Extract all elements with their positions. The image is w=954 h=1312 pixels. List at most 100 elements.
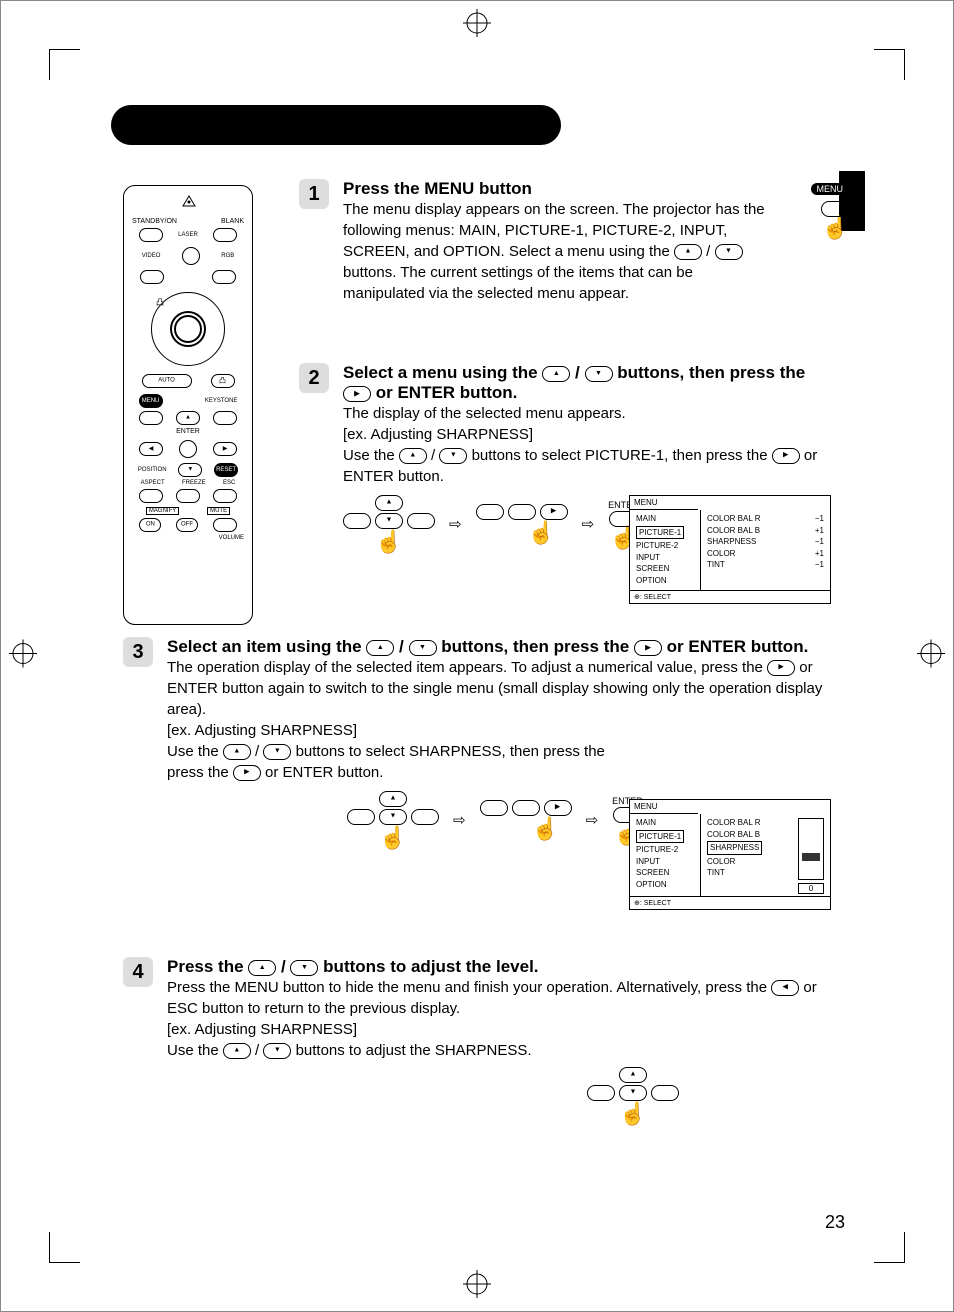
- osd-item: TINT: [707, 867, 773, 879]
- magnify-on-button: ON: [139, 518, 161, 532]
- remote-label: STANDBY/ON: [132, 218, 177, 225]
- press-illustration: ☝: [343, 495, 435, 553]
- crop-mark: [49, 1232, 80, 1263]
- blank-button: [213, 228, 237, 242]
- text: Select a menu using the: [343, 363, 542, 382]
- button-icon: [411, 809, 439, 825]
- text: Use the: [167, 1042, 223, 1059]
- hand-icon: ☝: [532, 818, 559, 840]
- remote-disc-pad: 凸: [151, 292, 225, 366]
- enter-button: [179, 440, 197, 458]
- mute-button: [213, 518, 237, 532]
- down-button-icon: [439, 448, 467, 464]
- button-icon: [347, 809, 375, 825]
- step-number: 4: [123, 957, 153, 987]
- example-label: [ex. Adjusting SHARPNESS]: [343, 424, 829, 445]
- text: : SELECT: [640, 594, 671, 601]
- osd-left-col: MAIN PICTURE-1 PICTURE-2 INPUT SCREEN OP…: [630, 814, 701, 896]
- registration-mark: [9, 640, 37, 673]
- freeze-button: [176, 489, 200, 503]
- page-number: 23: [825, 1212, 845, 1233]
- button-icon: [343, 513, 371, 529]
- down-button-icon: [619, 1085, 647, 1101]
- left-button-icon: [771, 980, 799, 996]
- arrow-icon: ⇨: [453, 810, 466, 831]
- text: : SELECT: [640, 900, 671, 907]
- text: or ENTER button.: [376, 383, 518, 402]
- remote-label: OFF: [181, 522, 193, 528]
- text: buttons. The current settings of the ite…: [343, 264, 693, 302]
- osd-item: INPUT: [636, 856, 694, 868]
- remote-label: ON: [146, 522, 155, 528]
- step-title: Press the MENU button: [343, 179, 532, 198]
- right-button-icon: [540, 504, 568, 520]
- rgb-button: [212, 270, 236, 284]
- keystone-button: [213, 411, 237, 425]
- menu-button: MENU: [139, 394, 163, 408]
- arrow-icon: ⇨: [582, 514, 595, 535]
- osd-left-col: MAIN PICTURE-1 PICTURE-2 INPUT SCREEN OP…: [630, 510, 701, 590]
- slider-value: 0: [798, 883, 824, 894]
- button-icon: [476, 504, 504, 520]
- down-button-icon: [263, 1043, 291, 1059]
- right-button-icon: [233, 765, 261, 781]
- remote-label: BLANK: [221, 218, 244, 225]
- section-title-bar: [111, 105, 561, 145]
- remote-label: VIDEO: [142, 253, 161, 259]
- right-button-icon: [343, 386, 371, 402]
- text: press the: [167, 764, 233, 781]
- step-1: 1 Press the MENU button The menu display…: [299, 179, 849, 304]
- remote-label: MUTE: [207, 507, 230, 515]
- osd-item: MAIN: [636, 513, 694, 525]
- osd-menu-preview-2: MENU MAIN PICTURE-1 PICTURE-2 INPUT SCRE…: [629, 799, 831, 910]
- step-body: Press the MENU button to hide the menu a…: [167, 977, 823, 1125]
- example-label: [ex. Adjusting SHARPNESS]: [167, 720, 823, 741]
- hand-icon: ☝: [379, 827, 406, 849]
- osd-right-col: −1 +1 −1 +1 −1: [792, 510, 830, 590]
- osd-footer: ⊕: SELECT: [630, 590, 830, 603]
- down-button-icon: [715, 244, 743, 260]
- example-label: [ex. Adjusting SHARPNESS]: [167, 1019, 823, 1040]
- text: buttons to select PICTURE-1, then press …: [472, 447, 772, 464]
- reset-button: RESET: [214, 463, 238, 477]
- remote-label: RGB: [221, 253, 234, 259]
- osd-footer: ⊕: SELECT: [630, 896, 830, 909]
- aspect-button: [139, 489, 163, 503]
- text: Press the MENU button to hide the menu a…: [167, 979, 771, 996]
- osd-item: MAIN: [636, 817, 694, 829]
- up-button-icon: [366, 640, 394, 656]
- crop-mark: [874, 49, 905, 80]
- osd-item: COLOR BAL R: [707, 817, 773, 829]
- osd-item-selected: PICTURE-1: [636, 526, 684, 540]
- osd-item: INPUT: [636, 552, 694, 564]
- osd-item-selected: SHARPNESS: [707, 841, 762, 855]
- osd-item: SCREEN: [636, 563, 694, 575]
- osd-item: OPTION: [636, 575, 694, 587]
- up-button-icon: [248, 960, 276, 976]
- up-button-icon: [223, 1043, 251, 1059]
- menu-pill: MENU: [811, 183, 850, 195]
- down-button-icon: [585, 366, 613, 382]
- manual-page: STANDBY/ON BLANK LASER VIDEO RGB 凸 AUTO …: [0, 0, 954, 1312]
- registration-mark: [463, 9, 491, 42]
- text: Use the: [167, 743, 223, 760]
- button-icon: [512, 800, 540, 816]
- osd-mid-col: COLOR BAL R COLOR BAL B SHARPNESS COLOR …: [701, 814, 779, 896]
- osd-value: −1: [798, 513, 824, 525]
- right-button-icon: [544, 800, 572, 816]
- hand-icon: ☝: [375, 531, 402, 553]
- button-icon: [651, 1085, 679, 1101]
- osd-item: COLOR BAL R: [707, 513, 786, 525]
- registration-mark: [917, 640, 945, 673]
- osd-value: +1: [798, 525, 824, 537]
- osd-item: COLOR BAL B: [707, 829, 773, 841]
- text: The operation display of the selected it…: [167, 659, 767, 676]
- slider-icon: [798, 818, 824, 880]
- osd-menu-preview-1: MENU MAIN PICTURE-1 PICTURE-2 INPUT SCRE…: [629, 495, 831, 604]
- press-illustration: ☝: [587, 1067, 679, 1125]
- osd-item: COLOR: [707, 856, 773, 868]
- small-button: 凸: [211, 374, 235, 388]
- osd-item: COLOR BAL B: [707, 525, 786, 537]
- down-button: ▼: [178, 463, 202, 477]
- hand-icon: ☝: [619, 1103, 646, 1125]
